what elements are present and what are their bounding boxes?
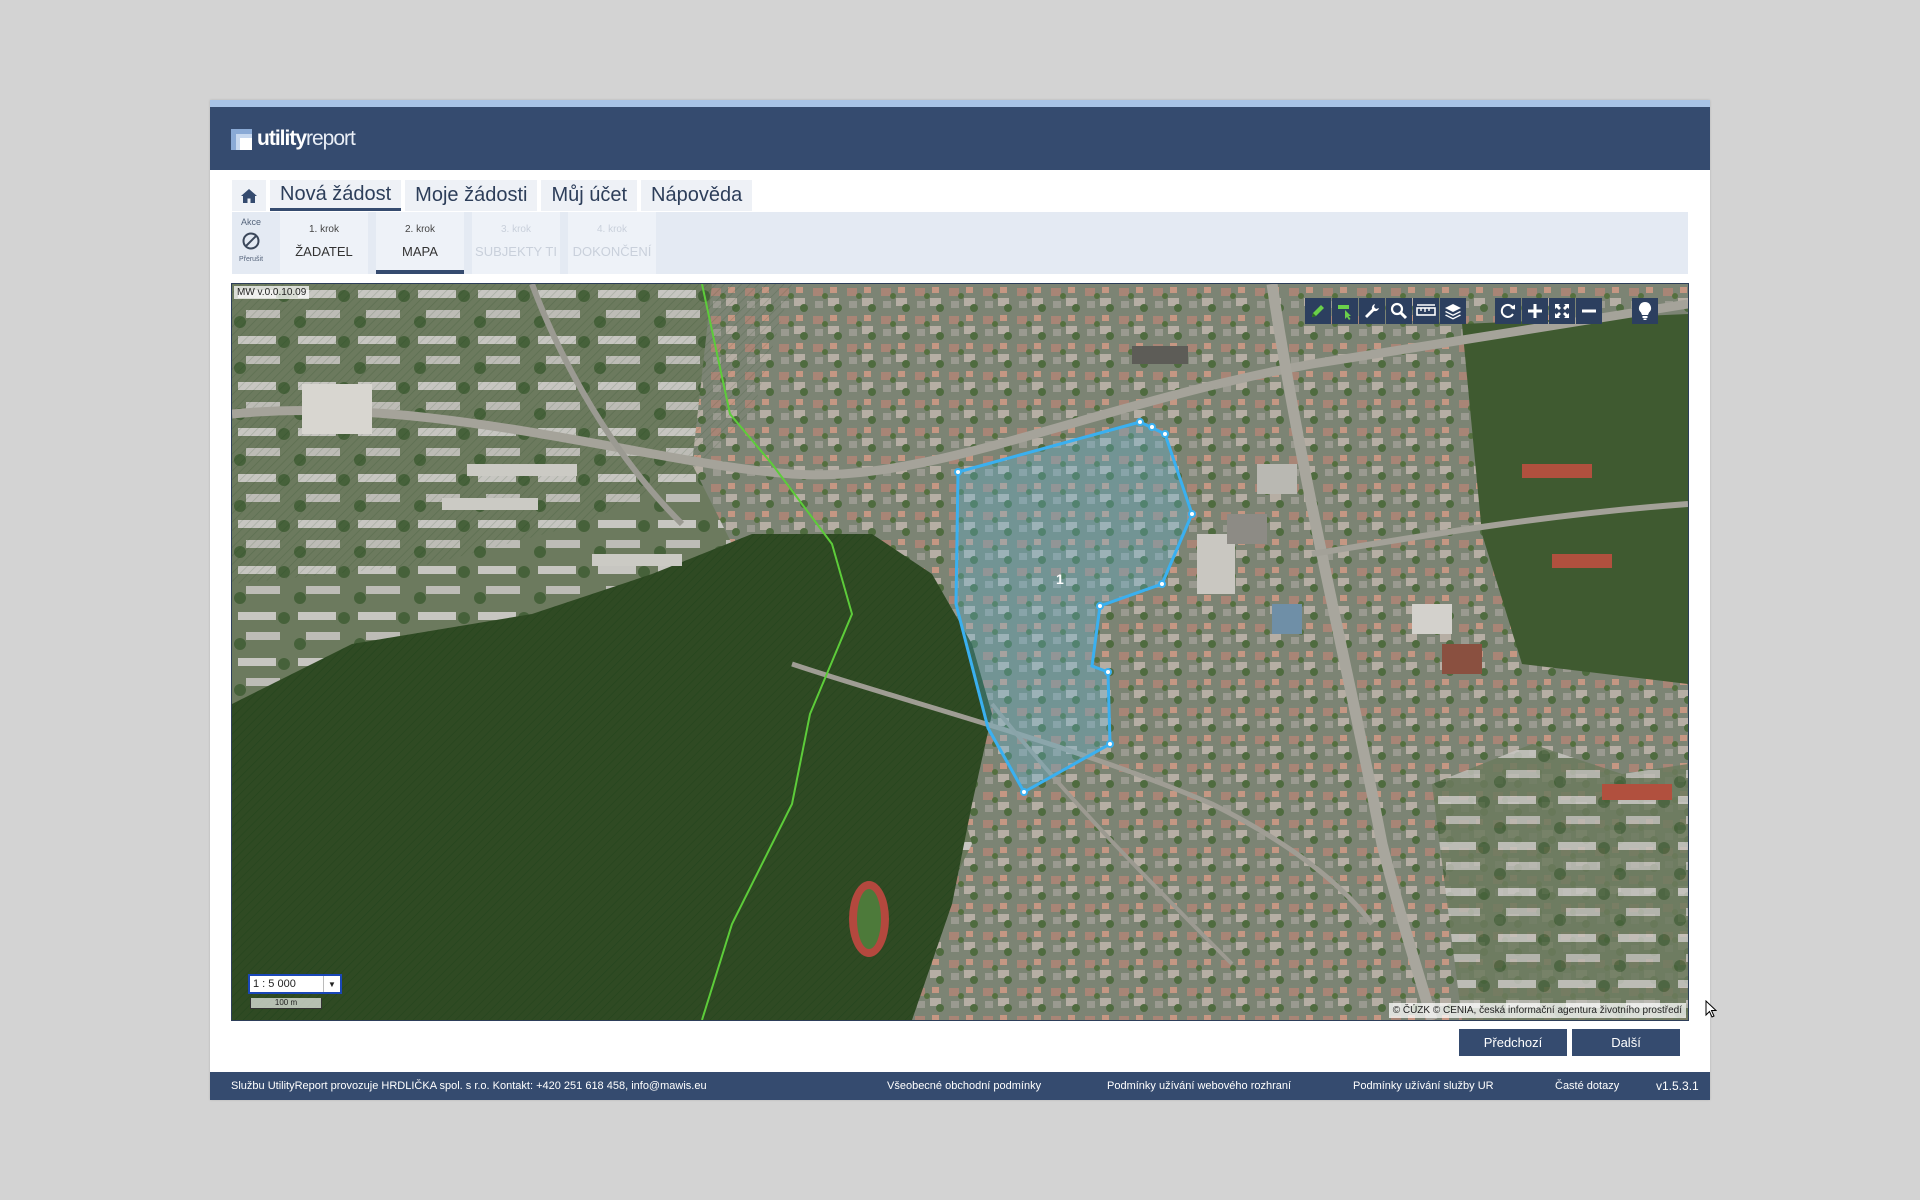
logo-text-light: report: [306, 127, 356, 150]
step-subjects: 3. krok SUBJEKTY TI: [472, 212, 560, 274]
tab-home[interactable]: [232, 180, 266, 211]
measure-button[interactable]: [1413, 298, 1439, 324]
zoom-out-button[interactable]: [1576, 298, 1602, 324]
footer-version: v1.5.3.1: [1656, 1079, 1699, 1093]
step-name: SUBJEKTY TI: [475, 244, 557, 259]
step-number: 1. krok: [308, 224, 339, 235]
fullscreen-icon: [1555, 304, 1569, 318]
step-name: DOKONČENÍ: [572, 244, 652, 259]
step-name: MAPA: [402, 244, 438, 259]
select-edit-icon: [1338, 305, 1351, 320]
zoom-in-button[interactable]: [1522, 298, 1548, 324]
footer-service-terms-link[interactable]: Podmínky užívání služby UR: [1353, 1080, 1494, 1092]
scale-select[interactable]: 1 : 5 000 ▼: [248, 974, 342, 994]
footer-operator: Službu UtilityReport provozuje HRDLIČKA …: [231, 1080, 707, 1092]
layers-icon: [1445, 304, 1461, 320]
actions-panel: Akce Přerušit: [232, 212, 270, 274]
step-number: 3. krok: [500, 224, 531, 235]
draw-button[interactable]: [1305, 298, 1331, 324]
app-window: utilityreport Nová žádost Moje žádosti M…: [210, 100, 1710, 1100]
logo[interactable]: utilityreport: [231, 127, 356, 151]
top-accent-line: [210, 100, 1710, 107]
scale-bar: 100 m: [250, 998, 322, 1009]
layers-button[interactable]: [1440, 298, 1466, 324]
tools-button[interactable]: [1359, 298, 1385, 324]
previous-button[interactable]: Předchozí: [1459, 1029, 1567, 1056]
cancel-label: Přerušit: [238, 256, 264, 263]
cancel-button[interactable]: Přerušit: [232, 227, 270, 263]
chevron-down-icon: ▼: [323, 976, 340, 992]
polygon-label: 1: [1056, 571, 1064, 587]
step-applicant[interactable]: 1. krok ŽADATEL: [280, 212, 368, 274]
footer-terms-link[interactable]: Všeobecné obchodní podmínky: [887, 1080, 1041, 1092]
footer-web-terms-link[interactable]: Podmínky užívání webového rozhraní: [1107, 1080, 1291, 1092]
zoom-in-icon: [1528, 304, 1542, 318]
lightbulb-icon: [1638, 301, 1652, 320]
footer-faq-link[interactable]: Časté dotazy: [1555, 1080, 1619, 1092]
main-nav: Nová žádost Moje žádosti Můj účet Nápově…: [232, 180, 753, 212]
step-completion: 4. krok DOKONČENÍ: [568, 212, 656, 274]
measure-ruler-icon: [1416, 304, 1436, 316]
step-name: ŽADATEL: [295, 244, 353, 259]
step-number: 2. krok: [404, 224, 435, 235]
tab-my-requests[interactable]: Moje žádosti: [405, 180, 538, 211]
wizard-steps: Akce Přerušit 1. krok ŽADATEL 2. krok MA…: [232, 212, 1688, 274]
refresh-button[interactable]: [1495, 298, 1521, 324]
scale-value: 1 : 5 000: [253, 978, 296, 990]
draw-pencil-icon: [1312, 305, 1324, 317]
tab-help[interactable]: Nápověda: [641, 180, 753, 211]
zoom-out-icon: [1582, 309, 1596, 313]
edit-select-button[interactable]: [1332, 298, 1358, 324]
actions-label: Akce: [240, 217, 261, 227]
map-toolbar: [232, 298, 1688, 324]
footer: Službu UtilityReport provozuje HRDLIČKA …: [210, 1072, 1710, 1100]
tab-new-request[interactable]: Nová žádost: [270, 180, 402, 211]
aerial-map-image[interactable]: 1: [232, 284, 1688, 1020]
map-attribution: © ČÚZK © CENIA, česká informační agentur…: [1388, 1003, 1686, 1018]
header-bar: utilityreport: [210, 107, 1710, 170]
wrench-icon: [1365, 304, 1379, 318]
tab-my-account[interactable]: Můj účet: [541, 180, 638, 211]
step-number: 4. krok: [596, 224, 627, 235]
logo-text-bold: utility: [257, 127, 307, 150]
step-map[interactable]: 2. krok MAPA: [376, 212, 464, 274]
refresh-icon: [1500, 303, 1515, 318]
hint-button[interactable]: [1632, 298, 1658, 324]
home-icon: [241, 188, 257, 203]
zoom-search-button[interactable]: [1386, 298, 1412, 324]
zoom-search-icon: [1390, 302, 1408, 320]
next-button[interactable]: Další: [1572, 1029, 1680, 1056]
cancel-icon: [242, 232, 260, 250]
logo-mark-icon: [231, 128, 252, 150]
fullscreen-button[interactable]: [1549, 298, 1575, 324]
map-view[interactable]: 1 MW v.0.0.10.09 1: 5 000 ▼ 100 m © ČÚZ…: [231, 283, 1689, 1021]
mouse-cursor-icon: [1705, 1000, 1717, 1018]
